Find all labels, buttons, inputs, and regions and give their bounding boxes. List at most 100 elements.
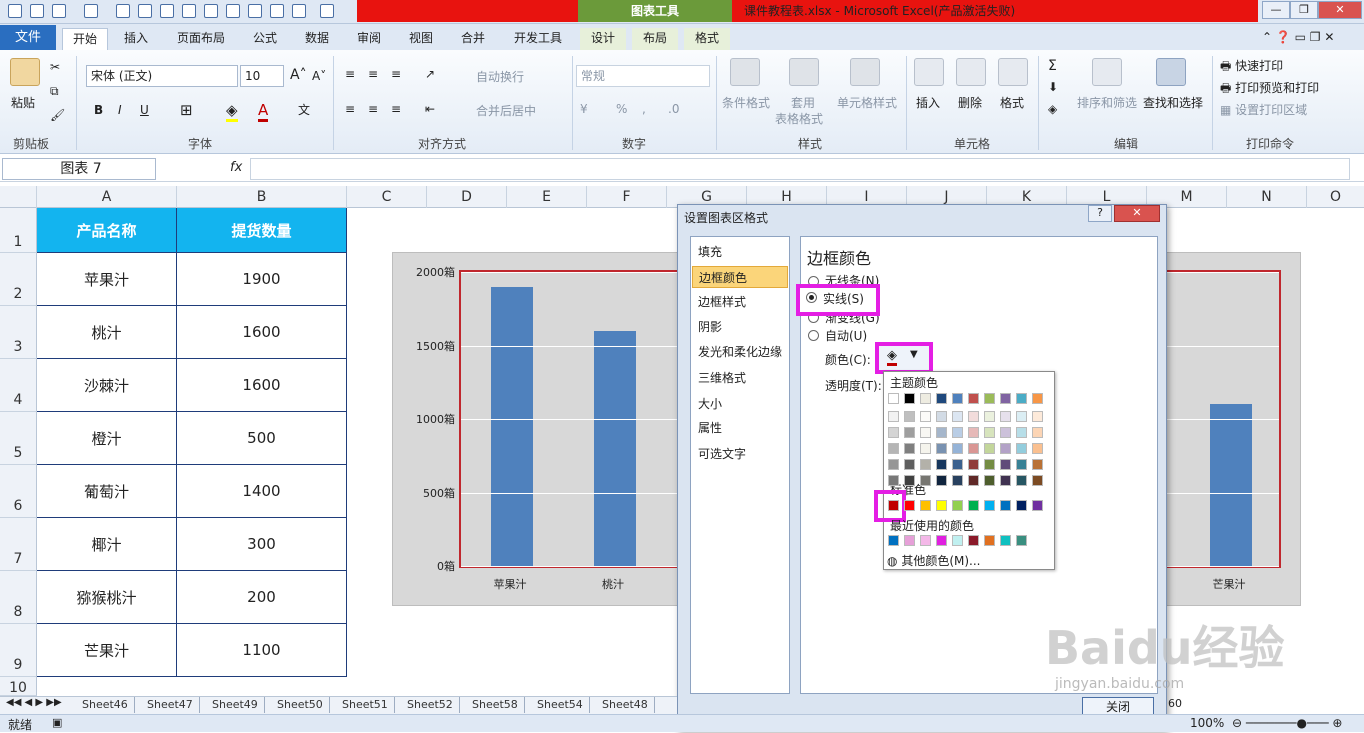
help-icon[interactable]: ?	[1088, 205, 1112, 222]
table-cell[interactable]: 1600	[177, 306, 347, 359]
format-painter-icon[interactable]: 🖌	[50, 108, 65, 122]
theme-swatch[interactable]	[936, 393, 947, 404]
theme-shade-swatch[interactable]	[1032, 459, 1043, 470]
macro-record-icon[interactable]: ▣	[52, 716, 62, 729]
theme-shade-swatch[interactable]	[920, 475, 931, 486]
theme-shade-swatch[interactable]	[952, 475, 963, 486]
theme-shade-swatch[interactable]	[968, 427, 979, 438]
row-header-10[interactable]: 10	[0, 677, 37, 696]
table-cell[interactable]: 沙棘汁	[37, 359, 177, 412]
bar-1[interactable]	[594, 330, 636, 566]
theme-shade-swatch[interactable]	[984, 427, 995, 438]
theme-shade-swatch[interactable]	[1016, 443, 1027, 454]
table-cell[interactable]: 椰汁	[37, 518, 177, 571]
sheet-tab[interactable]: Sheet50	[271, 697, 330, 713]
nav-item-3d-format[interactable]: 三维格式	[692, 367, 788, 389]
theme-shade-swatch[interactable]	[888, 427, 899, 438]
theme-shade-swatch[interactable]	[920, 459, 931, 470]
nav-item-border-color[interactable]: 边框颜色	[692, 266, 788, 288]
sheet-tab[interactable]: Sheet54	[531, 697, 590, 713]
cell-style-icon[interactable]	[850, 58, 880, 86]
redo-icon[interactable]	[84, 4, 98, 18]
theme-shade-swatch[interactable]	[952, 443, 963, 454]
recent-swatch[interactable]	[888, 535, 899, 546]
formula-input[interactable]	[250, 158, 1350, 180]
col-header-o[interactable]: O	[1307, 186, 1364, 208]
standard-swatch[interactable]	[920, 500, 931, 511]
sheet-tab[interactable]: Sheet52	[401, 697, 460, 713]
theme-swatch[interactable]	[904, 393, 915, 404]
standard-swatch[interactable]	[1000, 500, 1011, 511]
paste-button[interactable]: 粘贴	[11, 94, 35, 111]
row-header-4[interactable]: 4	[0, 359, 37, 412]
theme-shade-swatch[interactable]	[936, 443, 947, 454]
theme-shade-swatch[interactable]	[920, 443, 931, 454]
theme-shade-swatch[interactable]	[984, 459, 995, 470]
theme-shade-swatch[interactable]	[1016, 475, 1027, 486]
col-header-a[interactable]: A	[37, 186, 177, 208]
sort-filter-icon[interactable]	[1092, 58, 1122, 86]
theme-shade-swatch[interactable]	[1016, 427, 1027, 438]
col-header-b[interactable]: B	[177, 186, 347, 208]
table-cell[interactable]: 1600	[177, 359, 347, 412]
select-all-corner[interactable]	[0, 186, 37, 208]
cut-icon[interactable]: ✂	[50, 60, 60, 74]
tab-merge[interactable]: 合并	[452, 28, 494, 50]
recent-swatch[interactable]	[952, 535, 963, 546]
theme-shade-swatch[interactable]	[968, 443, 979, 454]
sheet-tab[interactable]: Sheet46	[76, 697, 135, 713]
tab-view[interactable]: 视图	[400, 28, 442, 50]
grid-icon[interactable]	[204, 4, 218, 18]
recent-swatch[interactable]	[920, 535, 931, 546]
row-header-1[interactable]: 1	[0, 208, 37, 253]
theme-shade-swatch[interactable]	[1032, 427, 1043, 438]
undo-icon[interactable]	[52, 4, 66, 18]
theme-shade-swatch[interactable]	[1000, 459, 1011, 470]
conditional-format-icon[interactable]	[730, 58, 760, 86]
quick-print-button[interactable]: 🖶 快速打印	[1220, 57, 1283, 78]
theme-swatch[interactable]	[1032, 393, 1043, 404]
border-grid-icon[interactable]	[320, 4, 334, 18]
theme-shade-swatch[interactable]	[1032, 443, 1043, 454]
theme-shade-swatch[interactable]	[1000, 427, 1011, 438]
table-cell[interactable]: 300	[177, 518, 347, 571]
theme-shade-swatch[interactable]	[1032, 475, 1043, 486]
row-header-3[interactable]: 3	[0, 306, 37, 359]
tab-formulas[interactable]: 公式	[244, 28, 286, 50]
theme-shade-swatch[interactable]	[888, 475, 899, 486]
col-header-c[interactable]: C	[347, 186, 427, 208]
theme-shade-swatch[interactable]	[904, 427, 915, 438]
theme-swatch[interactable]	[984, 393, 995, 404]
copy-icon[interactable]: ⧉	[50, 84, 59, 99]
percent-icon[interactable]: %	[616, 102, 627, 116]
tab-chart-layout[interactable]: 布局	[632, 28, 678, 50]
table-cell[interactable]: 桃汁	[37, 306, 177, 359]
nav-item-size[interactable]: 大小	[692, 393, 788, 415]
row-header-7[interactable]: 7	[0, 518, 37, 571]
align-middle-icon[interactable]: ≡	[368, 67, 378, 81]
phonetic-icon[interactable]: 文	[298, 101, 310, 118]
maximize-button[interactable]: ❐	[1290, 1, 1318, 19]
color-picker-button[interactable]	[875, 342, 933, 374]
bold-button[interactable]: B	[94, 103, 103, 117]
bar-7[interactable]	[1210, 404, 1252, 566]
print-preview-icon[interactable]	[138, 4, 152, 18]
table-icon[interactable]	[182, 4, 196, 18]
shrink-font-icon[interactable]: A˅	[312, 69, 326, 83]
align-bottom-icon[interactable]: ≡	[391, 67, 401, 81]
bar-0[interactable]	[491, 286, 533, 566]
table-cell[interactable]: 猕猴桃汁	[37, 571, 177, 624]
tab-chart-format[interactable]: 格式	[684, 28, 730, 50]
table-format-line2[interactable]: 表格格式	[775, 110, 823, 127]
recent-swatch[interactable]	[984, 535, 995, 546]
fill-color-icon[interactable]: ◈	[226, 101, 238, 122]
row-header-2[interactable]: 2	[0, 253, 37, 306]
tab-insert[interactable]: 插入	[114, 28, 158, 50]
autosum-icon[interactable]: Σ	[1048, 58, 1057, 74]
theme-swatch[interactable]	[1000, 393, 1011, 404]
tab-file[interactable]: 文件	[0, 25, 56, 50]
theme-shade-swatch[interactable]	[984, 443, 995, 454]
nav-item-shadow[interactable]: 阴影	[692, 316, 788, 338]
print-icon[interactable]	[116, 4, 130, 18]
sheet-tab[interactable]: Sheet51	[336, 697, 395, 713]
